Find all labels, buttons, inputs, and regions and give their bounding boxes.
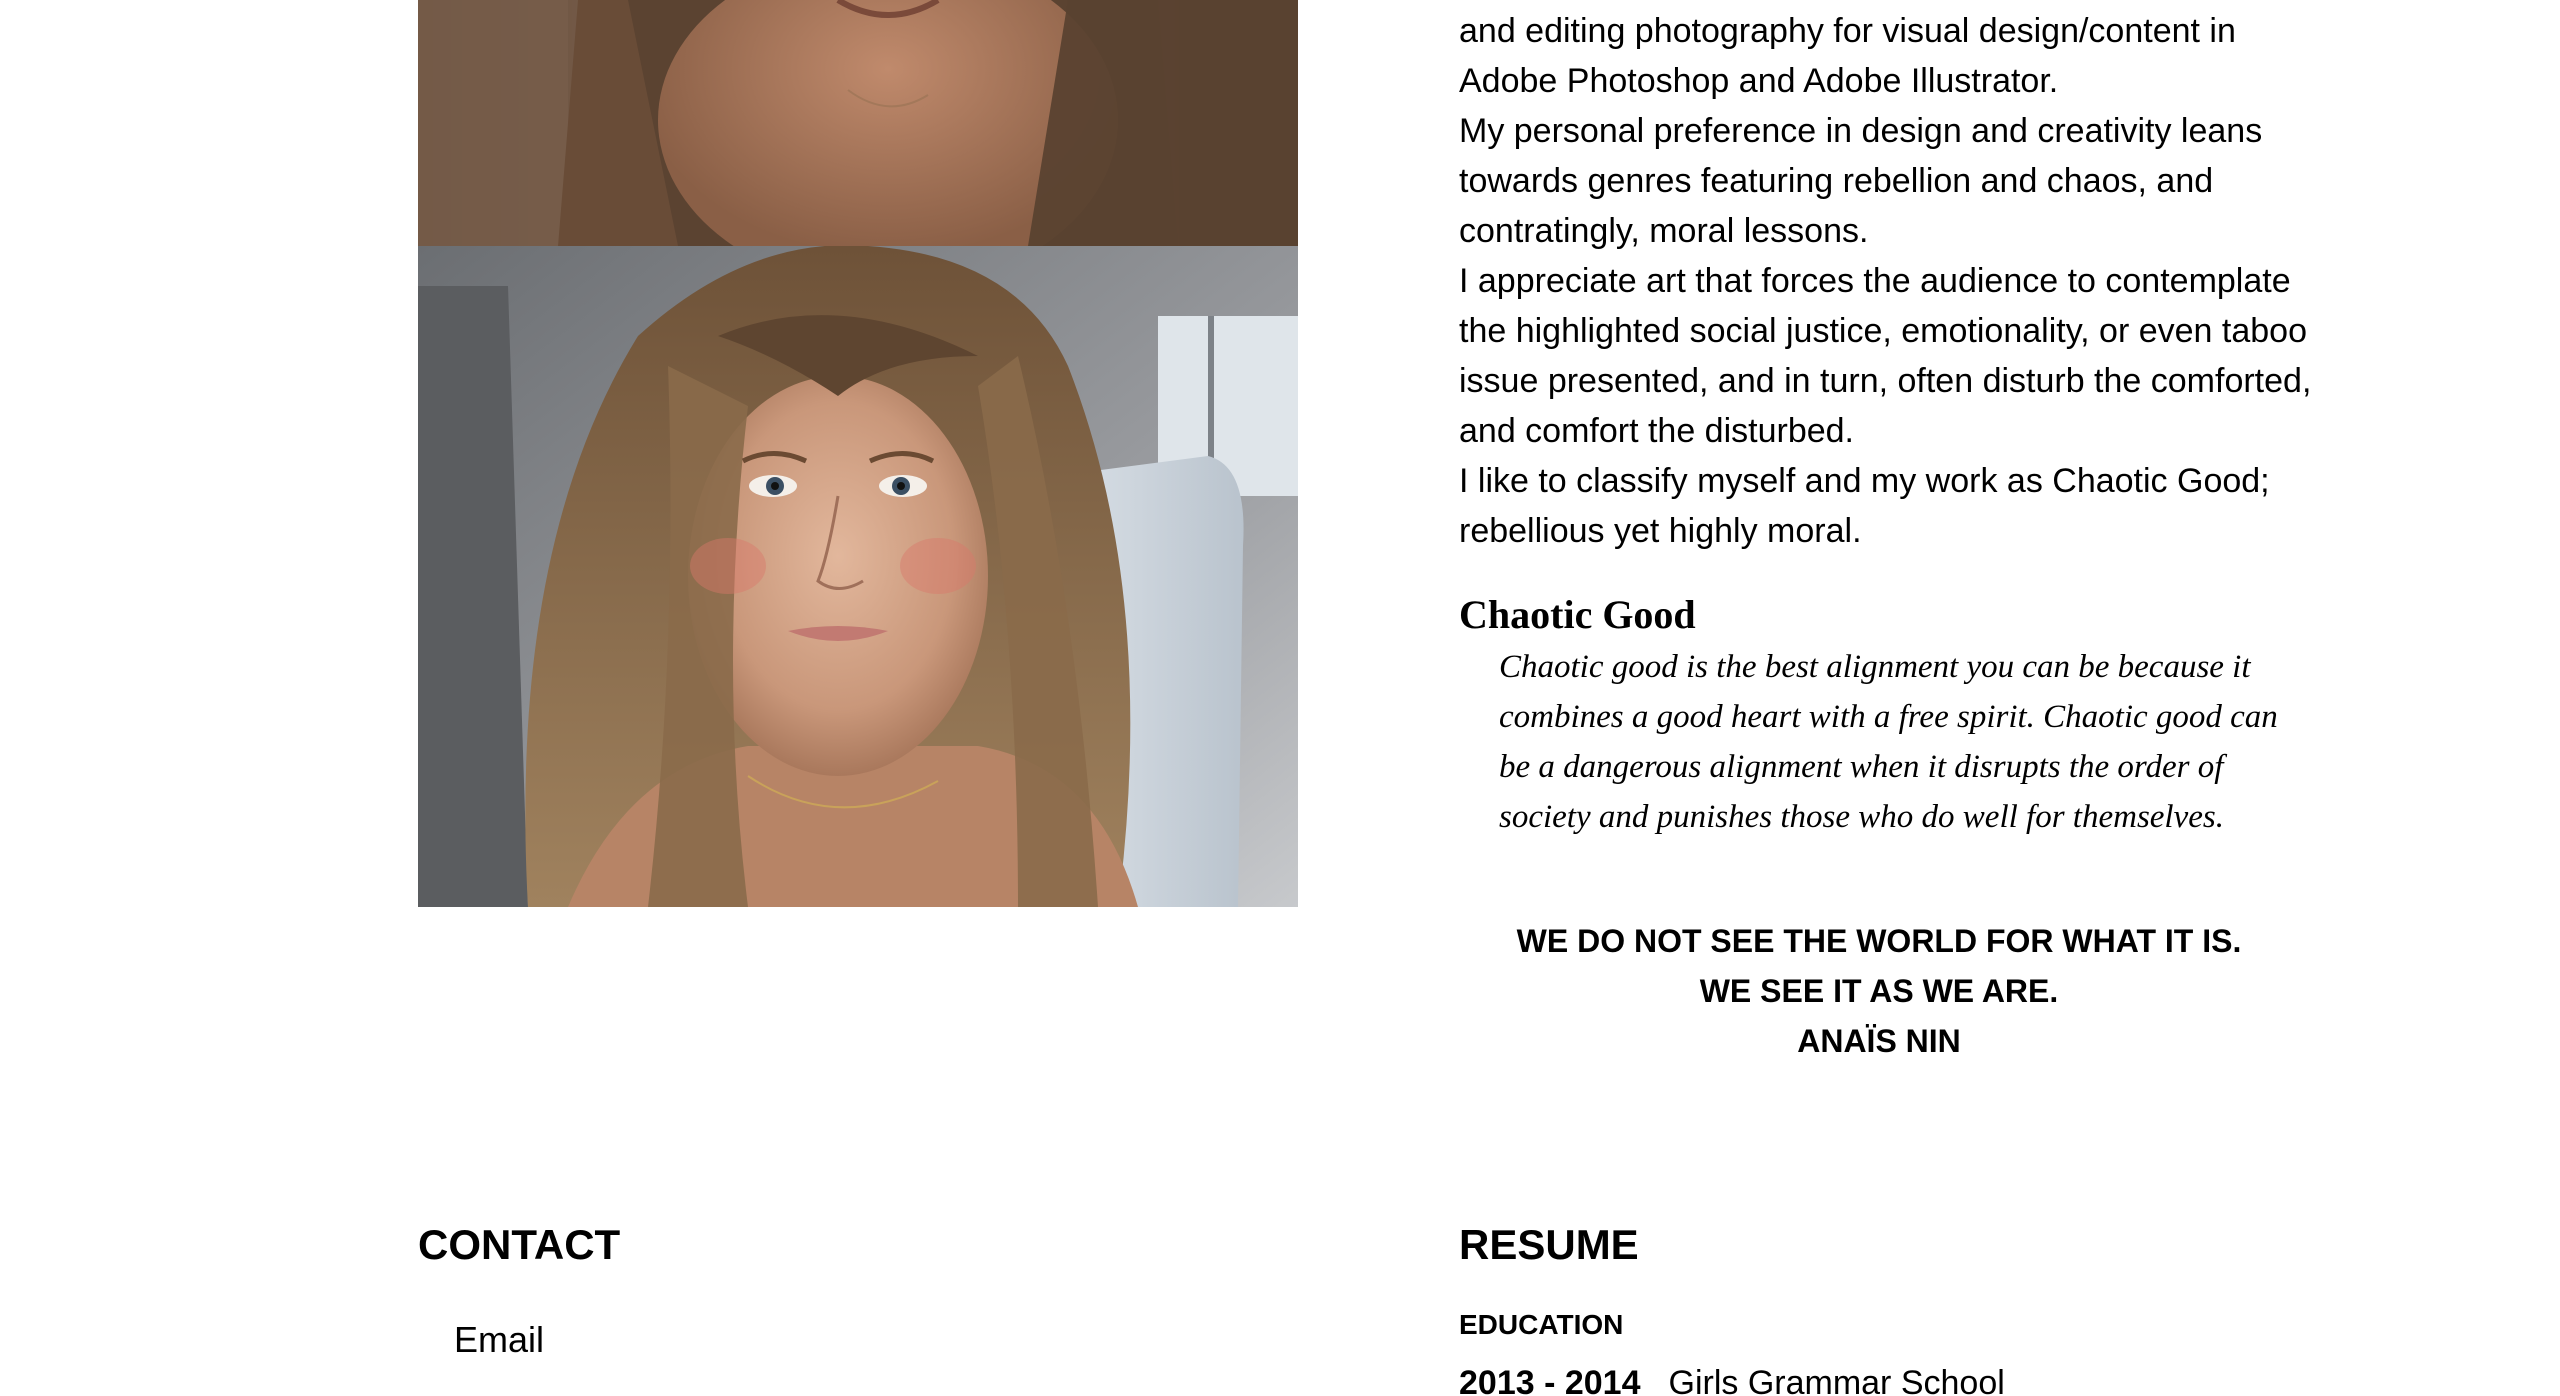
bio-paragraph: I appreciate art that forces the audienc… [1459,262,2312,450]
chaotic-good-heading: Chaotic Good [1459,592,1696,637]
education-school: Girls Grammar School [1668,1364,2005,1396]
bio-paragraph: I like to classify myself and my work as… [1459,462,2270,550]
resume-heading: RESUME [1459,1221,1639,1268]
education-entry: 2013 - 2014 Girls Grammar School [1459,1358,2005,1396]
email-link[interactable]: Email [454,1315,544,1365]
bio-text: and editing photography for visual desig… [1459,6,2319,556]
bio-paragraph: My personal preference in design and cre… [1459,112,2263,250]
education-years: 2013 - 2014 [1459,1364,1641,1396]
quote-line: WE DO NOT SEE THE WORLD FOR WHAT IT IS. [1516,923,2242,959]
portrait-photo-bottom-image [418,246,1298,907]
contact-heading: CONTACT [418,1221,621,1268]
portrait-photo-bottom [418,246,1298,907]
portfolio-page: and editing photography for visual desig… [0,0,2560,1396]
bio-paragraph: and editing photography for visual desig… [1459,12,2236,100]
anais-nin-quote: WE DO NOT SEE THE WORLD FOR WHAT IT IS. … [1459,916,2299,1066]
portrait-photo-top-image [418,0,1298,246]
education-heading: EDUCATION [1459,1309,1624,1340]
quote-author: ANAÏS NIN [1797,1023,1961,1059]
quote-line: WE SEE IT AS WE ARE. [1699,973,2059,1009]
portrait-photo-top [418,0,1298,246]
chaotic-good-quote: Chaotic good is the best alignment you c… [1499,649,2278,835]
